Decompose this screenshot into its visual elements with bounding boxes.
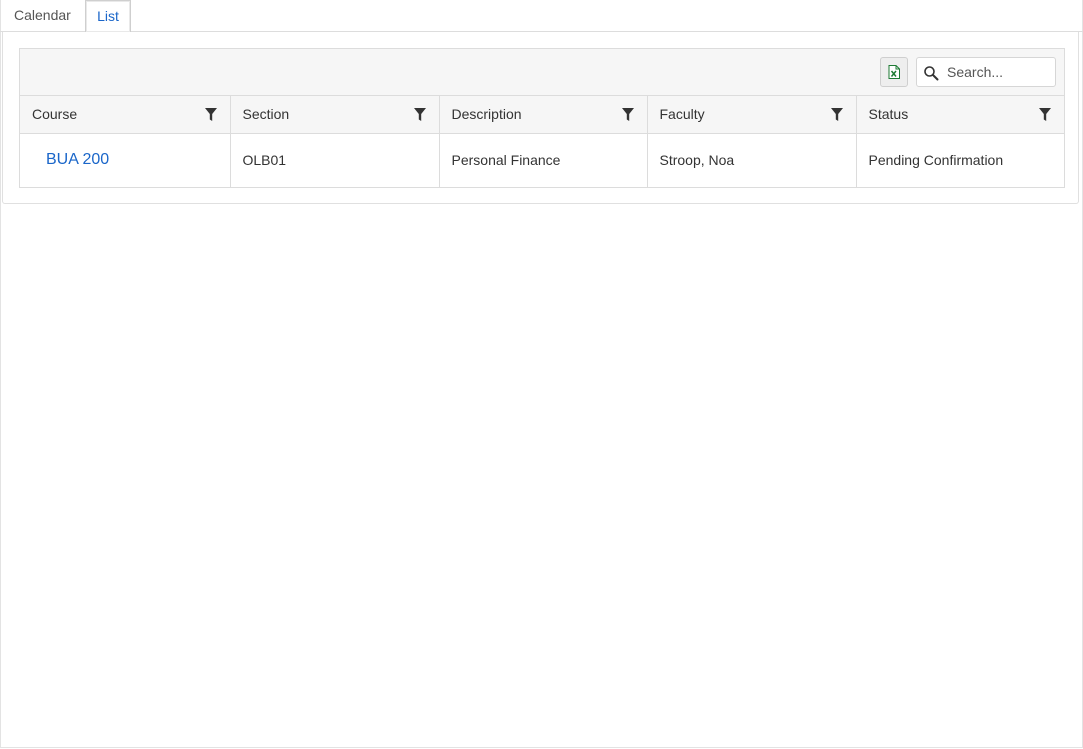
tab-calendar[interactable]: Calendar <box>2 0 83 31</box>
column-header-label: Faculty <box>659 106 705 123</box>
table-row: BUA 200 OLB01 Personal Finance Stroop, N… <box>20 133 1064 187</box>
filter-icon[interactable] <box>830 108 843 121</box>
cell-status: Pending Confirmation <box>868 152 1004 169</box>
grid-toolbar <box>20 49 1064 96</box>
list-panel: Course Section Description Faculty <box>2 32 1079 204</box>
course-table: Course Section Description Faculty Statu… <box>20 96 1064 187</box>
view-tabs: Calendar List <box>0 0 1083 32</box>
excel-export-icon <box>888 65 900 79</box>
cell-faculty: Stroop, Noa <box>647 133 857 187</box>
filter-icon[interactable] <box>204 108 217 121</box>
column-header-label: Status <box>868 106 909 123</box>
column-header-course[interactable]: Course <box>20 96 231 134</box>
cell-section: OLB01 <box>230 133 440 187</box>
course-grid: Course Section Description Faculty <box>19 48 1065 188</box>
column-header-section[interactable]: Section <box>230 96 440 134</box>
cell-course: BUA 200 <box>20 133 231 187</box>
column-header-label: Section <box>242 106 290 123</box>
export-excel-button[interactable] <box>880 57 908 87</box>
column-header-status[interactable]: Status <box>856 96 1064 134</box>
filter-icon[interactable] <box>621 108 634 121</box>
search-box <box>916 57 1056 87</box>
tab-list[interactable]: List <box>85 0 131 32</box>
column-header-label: Course <box>32 106 78 123</box>
table-header-row: Course Section Description Faculty Statu… <box>20 96 1064 134</box>
filter-icon[interactable] <box>413 108 426 121</box>
search-input[interactable] <box>947 61 1051 83</box>
course-link[interactable]: BUA 200 <box>32 151 109 168</box>
cell-description: Personal Finance <box>439 133 648 187</box>
column-header-faculty[interactable]: Faculty <box>647 96 857 134</box>
column-header-description[interactable]: Description <box>439 96 648 134</box>
column-header-label: Description <box>451 106 522 123</box>
filter-icon[interactable] <box>1039 108 1051 121</box>
search-icon <box>924 66 939 81</box>
